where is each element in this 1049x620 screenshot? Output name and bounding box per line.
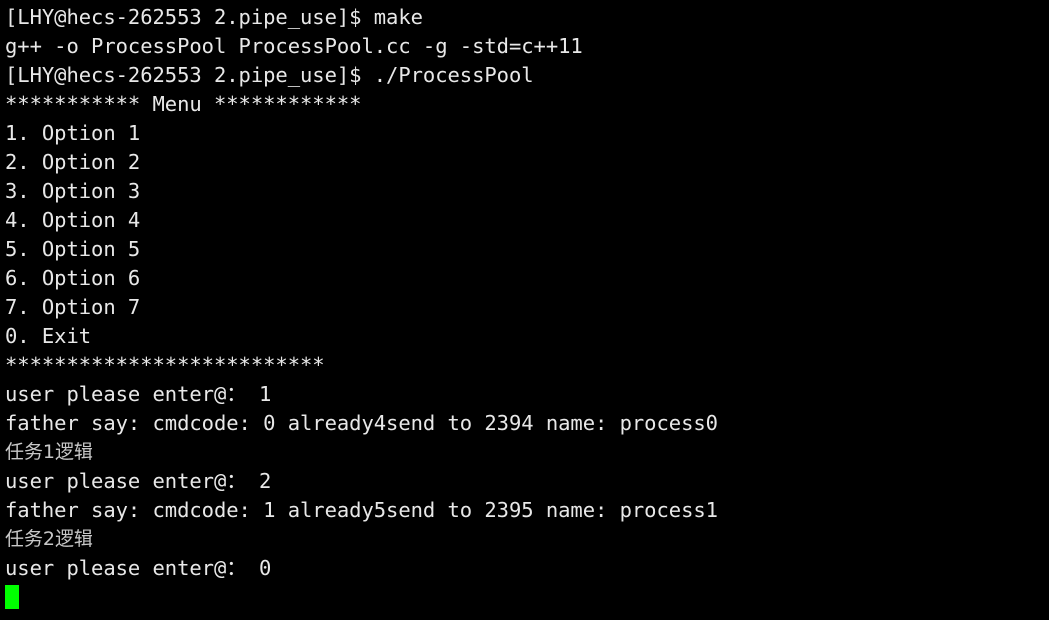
menu-option-6: 6. Option 6 <box>5 266 141 290</box>
father-say-2: father say: cmdcode: 1 already5send to 2… <box>5 498 718 522</box>
menu-header: *********** Menu ************ <box>5 92 362 116</box>
input-prompt-2: user please enter@： 2 <box>5 469 272 493</box>
cursor-line <box>5 583 1049 612</box>
terminal-window[interactable]: [LHY@hecs-262553 2.pipe_use]$ make g++ -o… <box>0 0 1049 620</box>
menu-option-0: 0. Exit <box>5 324 92 348</box>
terminal-screen[interactable]: [LHY@hecs-262553 2.pipe_use]$ make g++ -o… <box>5 3 1049 620</box>
father-say-1: father say: cmdcode: 0 already4send to 2… <box>5 411 718 435</box>
prompt-run: [LHY@hecs-262553 2.pipe_use]$ ./ProcessP… <box>5 63 534 87</box>
menu-option-2: 2. Option 2 <box>5 150 141 174</box>
prompt-make: [LHY@hecs-262553 2.pipe_use]$ make <box>5 5 423 29</box>
menu-separator: ************************** <box>5 353 325 377</box>
compile-output: g++ -o ProcessPool ProcessPool.cc -g -st… <box>5 34 583 58</box>
input-prompt-3: user please enter@： 0 <box>5 556 272 580</box>
input-prompt-1: user please enter@： 1 <box>5 382 272 406</box>
menu-option-7: 7. Option 7 <box>5 295 141 319</box>
task-log-2: 任务2逻辑 <box>5 528 93 550</box>
task-log-1: 任务1逻辑 <box>5 441 93 463</box>
text-cursor[interactable] <box>5 585 19 609</box>
menu-option-4: 4. Option 4 <box>5 208 141 232</box>
menu-option-3: 3. Option 3 <box>5 179 141 203</box>
menu-option-5: 5. Option 5 <box>5 237 141 261</box>
menu-option-1: 1. Option 1 <box>5 121 141 145</box>
